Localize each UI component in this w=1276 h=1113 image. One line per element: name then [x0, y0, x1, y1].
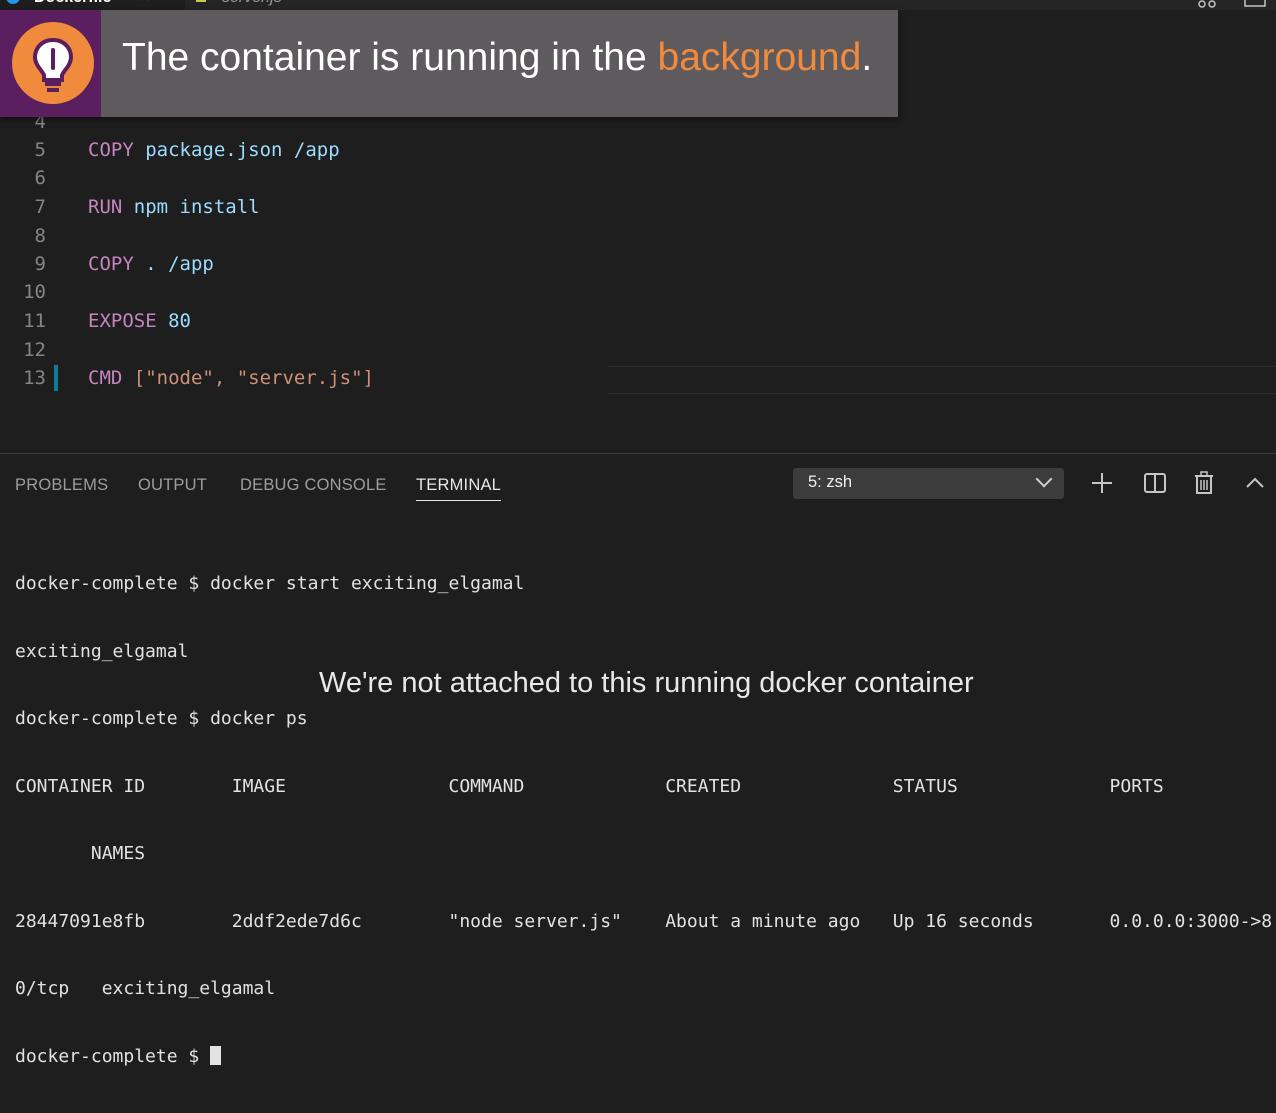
code-line: 8 [0, 222, 1276, 250]
terminal-line: CONTAINER ID IMAGE COMMAND CREATED STATU… [15, 775, 1164, 797]
terminal-line: docker-complete $ docker ps [15, 708, 308, 729]
terminal-line: NAMES [15, 843, 146, 864]
info-banner: The container is running in the backgrou… [0, 10, 898, 117]
tab-terminal[interactable]: TERMINAL [416, 474, 502, 501]
tab-label: server.js [222, 0, 282, 10]
terminal-line: exciting_elgamal [15, 640, 189, 662]
code-line: 5 COPY package.json /app [0, 136, 1276, 164]
line-number: 12 [23, 339, 46, 361]
video-subtitle: We're not attached to this running docke… [319, 667, 974, 699]
code-editor[interactable]: 4 5 COPY package.json /app 6 7 RUN npm i… [0, 60, 1276, 452]
code-line: 9 COPY . /app [0, 250, 1276, 278]
line-number: 11 [23, 310, 46, 332]
code-line: 13 CMD ["node", "server.js"] [0, 364, 1276, 392]
line-number: 10 [23, 281, 46, 303]
plus-icon[interactable] [1088, 468, 1116, 498]
code-line: 10 [0, 278, 1276, 306]
docker-icon [6, 0, 20, 4]
terminal-line: docker-complete $ docker start exciting_… [15, 573, 525, 594]
code-line: 7 RUN npm install [0, 193, 1276, 221]
code-text: COPY package.json /app [88, 139, 340, 161]
line-number: 8 [34, 225, 46, 247]
terminal-output[interactable]: docker-complete $ docker start exciting_… [15, 528, 1276, 1113]
tab-debug-console[interactable]: DEBUG CONSOLE [240, 474, 387, 496]
chevron-down-icon [1035, 470, 1053, 488]
code-text: CMD ["node", "server.js"] [88, 367, 374, 389]
source-control-icon[interactable] [1196, 0, 1218, 8]
tab-dockerfile[interactable]: Dockerfile × [0, 0, 185, 10]
terminal-prompt-line: docker-complete $ [15, 1045, 1276, 1069]
banner-highlight: background [657, 36, 862, 79]
trash-icon[interactable] [1190, 468, 1218, 498]
code-line: 11 EXPOSE 80 [0, 307, 1276, 335]
split-icon[interactable] [1141, 468, 1169, 498]
terminal-select[interactable]: 5: zsh [793, 468, 1064, 499]
line-number: 13 [23, 367, 46, 389]
line-number: 5 [34, 139, 46, 161]
code-text: EXPOSE 80 [88, 310, 191, 332]
terminal-line: 28447091e8fb 2ddf2ede7d6c "node server.j… [15, 910, 1273, 932]
tab-problems[interactable]: PROBLEMS [15, 474, 108, 496]
code-text: RUN npm install [88, 196, 260, 218]
terminal-line: 0/tcp exciting_elgamal [15, 978, 276, 999]
line-number: 9 [34, 253, 46, 275]
tab-server-js[interactable]: server.js [186, 0, 356, 10]
lightbulb-icon [12, 22, 94, 104]
banner-message: The container is running in the backgrou… [122, 36, 873, 79]
close-icon[interactable]: × [140, 0, 149, 10]
split-editor-icon[interactable] [1244, 0, 1266, 8]
code-line: 6 [0, 164, 1276, 192]
code-text: COPY . /app [88, 253, 214, 275]
js-file-icon [196, 0, 206, 2]
line-number: 6 [34, 167, 46, 189]
editor-tab-strip: Dockerfile × server.js [0, 0, 1276, 10]
line-number: 7 [34, 196, 46, 218]
terminal-cursor [210, 1045, 222, 1065]
tab-label: Dockerfile [34, 0, 111, 10]
banner-icon-box [0, 10, 101, 117]
terminal-select-value: 5: zsh [808, 473, 853, 491]
tab-output[interactable]: OUTPUT [138, 474, 207, 496]
chevron-up-icon[interactable] [1242, 468, 1270, 498]
code-line: 12 [0, 336, 1276, 364]
